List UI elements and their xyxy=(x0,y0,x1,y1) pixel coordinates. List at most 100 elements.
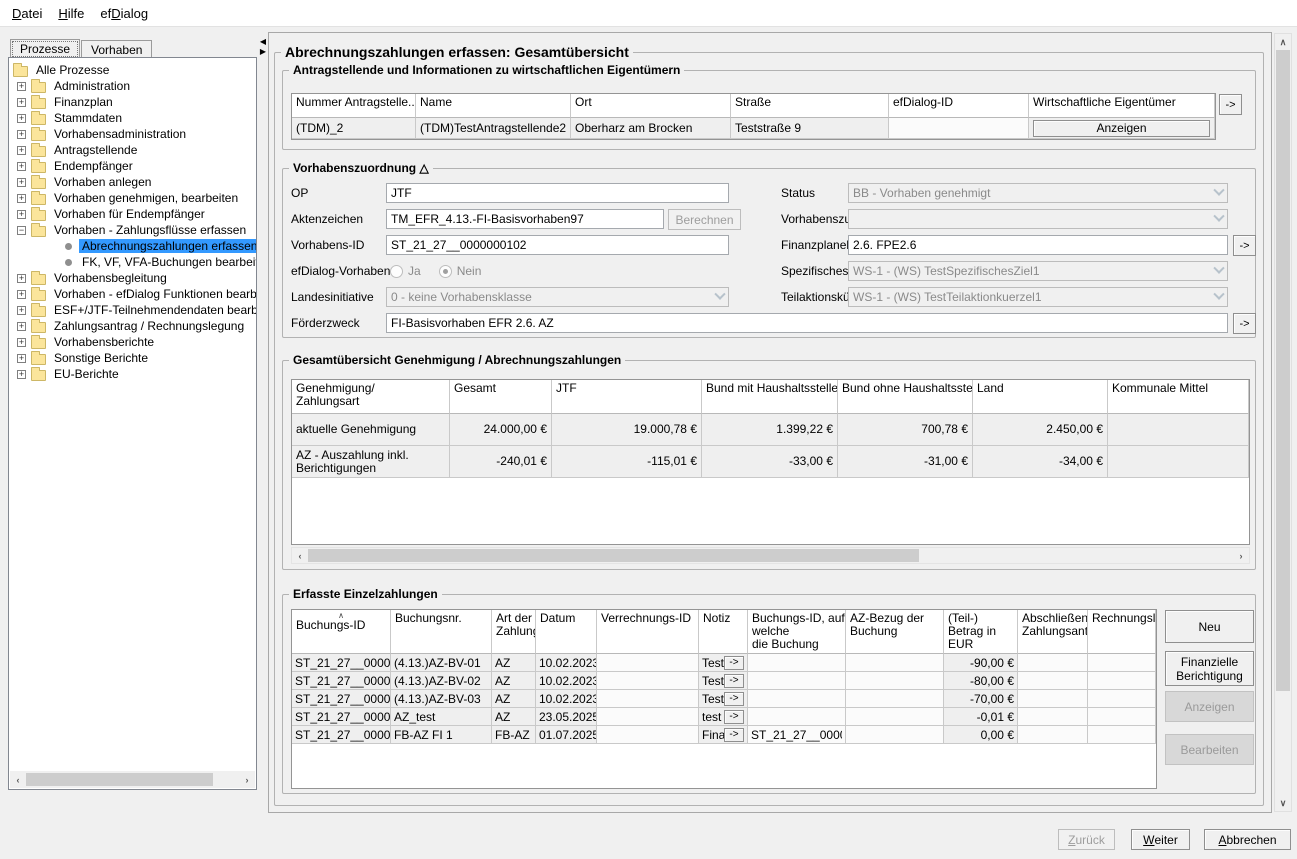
expand-plus-icon[interactable]: + xyxy=(17,290,26,299)
f-rderzweck-input[interactable]: FI-Basisvorhaben EFR 2.6. AZ xyxy=(386,313,1228,333)
status-combobox[interactable]: BB - Vorhaben genehmigt xyxy=(848,183,1228,203)
table-row[interactable]: ST_21_27__0000000(4.13.)AZ-BV-01AZ10.02.… xyxy=(292,654,1156,672)
tree-item-antragstellende[interactable]: +Antragstellende xyxy=(9,142,256,158)
column-header-bund-mit-haushaltsstelle[interactable]: Bund mit Haushaltsstelle xyxy=(702,380,838,414)
scrollbar-thumb[interactable] xyxy=(1276,50,1290,691)
table-row[interactable]: AZ - Auszahlung inkl. Berichtigungen-240… xyxy=(292,446,1249,478)
column-header-wirtschaftliche-eigent-mer[interactable]: Wirtschaftliche Eigentümer xyxy=(1029,94,1215,118)
vorhabens-id-input[interactable]: ST_21_27__0000000102 xyxy=(386,235,729,255)
tree-item-eu-berichte[interactable]: +EU-Berichte xyxy=(9,366,256,382)
berechnen-button[interactable]: Berechnen xyxy=(668,209,741,230)
scroll-left-icon[interactable]: ‹ xyxy=(292,548,308,563)
tree-item-endempf-nger[interactable]: +Endempfänger xyxy=(9,158,256,174)
scrollbar-track[interactable] xyxy=(308,548,1233,563)
column-header-ort[interactable]: Ort xyxy=(571,94,731,118)
expand-plus-icon[interactable]: + xyxy=(17,354,26,363)
table-row[interactable]: ST_21_27__0000000FB-AZ FI 1FB-AZ01.07.20… xyxy=(292,726,1156,744)
note-detail-button[interactable]: -> xyxy=(724,692,744,706)
tab-prozesse[interactable]: Prozesse xyxy=(10,39,80,59)
tree-item-abrechnungszahlungen-erfassen[interactable]: Abrechnungszahlungen erfassen xyxy=(9,238,256,254)
tree-item-sonstige-berichte[interactable]: +Sonstige Berichte xyxy=(9,350,256,366)
expand-plus-icon[interactable]: + xyxy=(17,82,26,91)
expand-plus-icon[interactable]: + xyxy=(17,146,26,155)
splitter-expand-icon[interactable]: ▶ xyxy=(258,47,268,57)
column-header-buchungsnr[interactable]: Buchungsnr. xyxy=(391,610,492,654)
scrollbar-thumb[interactable] xyxy=(26,773,213,786)
expand-plus-icon[interactable]: + xyxy=(17,114,26,123)
finanzielle-berichtigung-button[interactable]: Finanzielle Berichtigung xyxy=(1165,651,1254,686)
scrollbar-track[interactable] xyxy=(1275,50,1291,795)
column-header-abschlie-ender[interactable]: Abschließender Zahlungsantrag xyxy=(1018,610,1088,654)
main-vertical-scrollbar[interactable]: ∧ ∨ xyxy=(1274,33,1292,812)
column-header-stra-e[interactable]: Straße xyxy=(731,94,889,118)
landesinitiative-combobox[interactable]: 0 - keine Vorhabensklasse xyxy=(386,287,729,307)
scroll-right-icon[interactable]: › xyxy=(239,772,255,787)
scroll-left-icon[interactable]: ‹ xyxy=(10,772,26,787)
collapse-minus-icon[interactable]: − xyxy=(17,226,26,235)
table-row[interactable]: aktuelle Genehmigung24.000,00 €19.000,78… xyxy=(292,414,1249,446)
scroll-right-icon[interactable]: › xyxy=(1233,548,1249,563)
scrollbar-thumb[interactable] xyxy=(308,549,919,562)
note-detail-button[interactable]: -> xyxy=(724,728,744,742)
finanzplanelement-detail-button[interactable]: -> xyxy=(1233,235,1256,256)
expand-plus-icon[interactable]: + xyxy=(17,210,26,219)
aktenzeichen-input[interactable]: TM_EFR_4.13.-FI-Basisvorhaben97 xyxy=(386,209,664,229)
anzeigen-cell-button[interactable]: Anzeigen xyxy=(1033,120,1210,137)
tree-item-vorhabensadministration[interactable]: +Vorhabensadministration xyxy=(9,126,256,142)
menu-item-datei[interactable]: Datei xyxy=(4,3,50,24)
teilaktionsk-rzel-combobox[interactable]: WS-1 - (WS) TestTeilaktionkuerzel1 xyxy=(848,287,1228,307)
splitter-collapse-icon[interactable]: ◀ xyxy=(258,37,268,47)
column-header-datum[interactable]: Datum xyxy=(536,610,597,654)
vorhabenszustand-combobox[interactable] xyxy=(848,209,1228,229)
column-header-art-der[interactable]: Art der Zahlung xyxy=(492,610,536,654)
column-header-efdialog-id[interactable]: efDialog-ID xyxy=(889,94,1029,118)
column-header-az-bezug-der[interactable]: AZ-Bezug der Buchung xyxy=(846,610,944,654)
tree-item-vorhabensberichte[interactable]: +Vorhabensberichte xyxy=(9,334,256,350)
expand-plus-icon[interactable]: + xyxy=(17,322,26,331)
splitter[interactable]: ◀ ▶ xyxy=(258,32,268,812)
note-detail-button[interactable]: -> xyxy=(724,710,744,724)
column-header-gesamt[interactable]: Gesamt xyxy=(450,380,552,414)
tree-item-zahlungsantrag-rechnungslegung[interactable]: +Zahlungsantrag / Rechnungslegung xyxy=(9,318,256,334)
op-input[interactable]: JTF xyxy=(386,183,729,203)
tree-item-administration[interactable]: +Administration xyxy=(9,78,256,94)
radio-option-ja[interactable]: Ja xyxy=(390,264,421,278)
column-header-notiz[interactable]: Notiz xyxy=(699,610,748,654)
weiter-button[interactable]: Weiter xyxy=(1131,829,1190,850)
expand-plus-icon[interactable]: + xyxy=(17,162,26,171)
table-horizontal-scrollbar[interactable]: ‹ › xyxy=(291,547,1250,564)
table-row[interactable]: ST_21_27__0000000AZ_testAZ23.05.2025test… xyxy=(292,708,1156,726)
antragstellende-detail-button[interactable]: -> xyxy=(1219,94,1242,115)
column-header-jtf[interactable]: JTF xyxy=(552,380,702,414)
scroll-up-icon[interactable]: ∧ xyxy=(1275,34,1291,50)
column-header-rechnungslegung[interactable]: Rechnungslegung xyxy=(1088,610,1156,654)
finanzplanelement-input[interactable]: 2.6. FPE2.6 xyxy=(848,235,1228,255)
expand-plus-icon[interactable]: + xyxy=(17,130,26,139)
bearbeiten-button[interactable]: Bearbeiten xyxy=(1165,734,1254,765)
expand-plus-icon[interactable]: + xyxy=(17,306,26,315)
spezifisches-ziel-combobox[interactable]: WS-1 - (WS) TestSpezifischesZiel1 xyxy=(848,261,1228,281)
column-header-kommunale-mittel[interactable]: Kommunale Mittel xyxy=(1108,380,1249,414)
column-header-buchungs-id[interactable]: ∧Buchungs-ID xyxy=(292,610,391,654)
expand-plus-icon[interactable]: + xyxy=(17,178,26,187)
tree-item-vorhaben-efdialog-funktionen-bearbeiten[interactable]: +Vorhaben - efDialog Funktionen bearbeit… xyxy=(9,286,256,302)
table-row[interactable]: ST_21_27__0000000(4.13.)AZ-BV-02AZ10.02.… xyxy=(292,672,1156,690)
table-row[interactable]: ST_21_27__0000000(4.13.)AZ-BV-03AZ10.02.… xyxy=(292,690,1156,708)
column-header-buchungs-id-auf[interactable]: Buchungs-ID, auf welche die Buchung xyxy=(748,610,846,654)
tree-item-alle-prozesse[interactable]: Alle Prozesse xyxy=(9,62,256,78)
note-detail-button[interactable]: -> xyxy=(724,674,744,688)
tree-item-vorhaben-genehmigen-bearbeiten[interactable]: +Vorhaben genehmigen, bearbeiten xyxy=(9,190,256,206)
tree-item-vorhaben-zahlungsfl-sse-erfassen[interactable]: −Vorhaben - Zahlungsflüsse erfassen xyxy=(9,222,256,238)
column-header-bund-ohne-haushaltsstelle[interactable]: Bund ohne Haushaltsstelle xyxy=(838,380,973,414)
expand-plus-icon[interactable]: + xyxy=(17,370,26,379)
tree-item-finanzplan[interactable]: +Finanzplan xyxy=(9,94,256,110)
column-header-teil[interactable]: (Teil-) Betrag in EUR xyxy=(944,610,1018,654)
column-header-nummer-antragstelle[interactable]: Nummer Antragstelle... xyxy=(292,94,416,118)
note-detail-button[interactable]: -> xyxy=(724,656,744,670)
zur-ck-button[interactable]: Zurück xyxy=(1058,829,1115,850)
menu-item-hilfe[interactable]: Hilfe xyxy=(50,3,92,24)
expand-plus-icon[interactable]: + xyxy=(17,98,26,107)
scrollbar-track[interactable] xyxy=(26,772,239,787)
expand-plus-icon[interactable]: + xyxy=(17,274,26,283)
column-header-genehmigung[interactable]: Genehmigung/ Zahlungsart xyxy=(292,380,450,414)
